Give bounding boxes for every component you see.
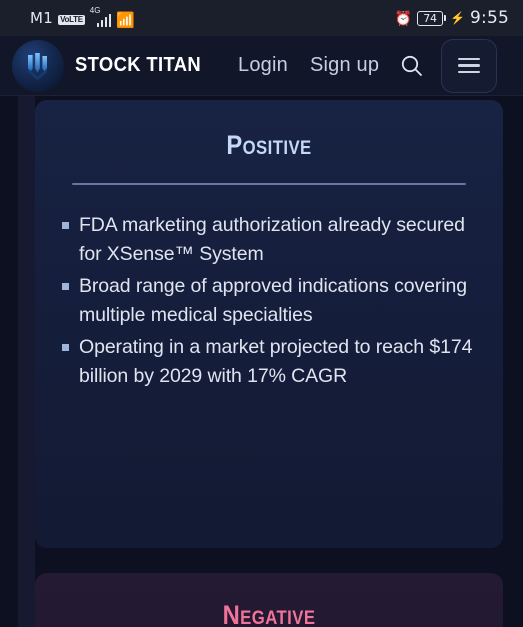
list-item: Operating in a market projected to reach… (62, 333, 481, 391)
brand-home-link[interactable]: STOCK TITAN (12, 39, 212, 92)
signup-link[interactable]: Sign up (310, 54, 379, 77)
positive-card: Positive FDA marketing authorization alr… (35, 100, 503, 548)
phone-screen: M1 VoLTE 4G 📶 ⏰ 74 ⚡ 9:55 STOCK TITAN Lo… (0, 0, 523, 627)
negative-card-title: Negative (222, 600, 316, 627)
positive-card-title: Positive (226, 130, 312, 160)
battery-icon: 74 (417, 10, 447, 26)
list-item: Broad range of approved indications cove… (62, 272, 481, 330)
battery-level-label: 74 (417, 10, 444, 26)
page-content: Positive FDA marketing authorization alr… (0, 96, 523, 627)
nav-links: Login Sign up (238, 54, 379, 77)
positive-card-divider (72, 183, 466, 185)
positive-bullet-list: FDA marketing authorization already secu… (35, 211, 503, 391)
lightning-bolt-icon: ⚡ (450, 11, 466, 25)
network-type-label: 4G (89, 6, 101, 15)
top-navigation-bar: STOCK TITAN Login Sign up (0, 36, 523, 96)
volte-badge: VoLTE (58, 15, 85, 25)
carrier-label: M1 (30, 9, 54, 27)
brand-name: STOCK TITAN (75, 54, 202, 76)
status-bar-left: M1 VoLTE 4G 📶 (30, 7, 135, 29)
battery-nub (444, 15, 447, 21)
list-item: FDA marketing authorization already secu… (62, 211, 481, 269)
clock-label: 9:55 (470, 8, 509, 28)
login-link[interactable]: Login (238, 54, 288, 77)
negative-card: Negative None. (35, 573, 503, 627)
signal-bars-icon (96, 14, 112, 27)
status-bar: M1 VoLTE 4G 📶 ⏰ 74 ⚡ 9:55 (0, 0, 523, 36)
hamburger-menu-icon[interactable] (441, 38, 498, 93)
search-icon[interactable] (397, 51, 427, 81)
status-bar-right: ⏰ 74 ⚡ 9:55 (395, 8, 509, 28)
alarm-clock-icon: ⏰ (394, 10, 413, 26)
wifi-icon: 📶 (116, 12, 135, 29)
stock-titan-logo (12, 39, 64, 92)
left-rail (18, 96, 35, 627)
cellular-signal-icon: 4G (90, 7, 112, 27)
